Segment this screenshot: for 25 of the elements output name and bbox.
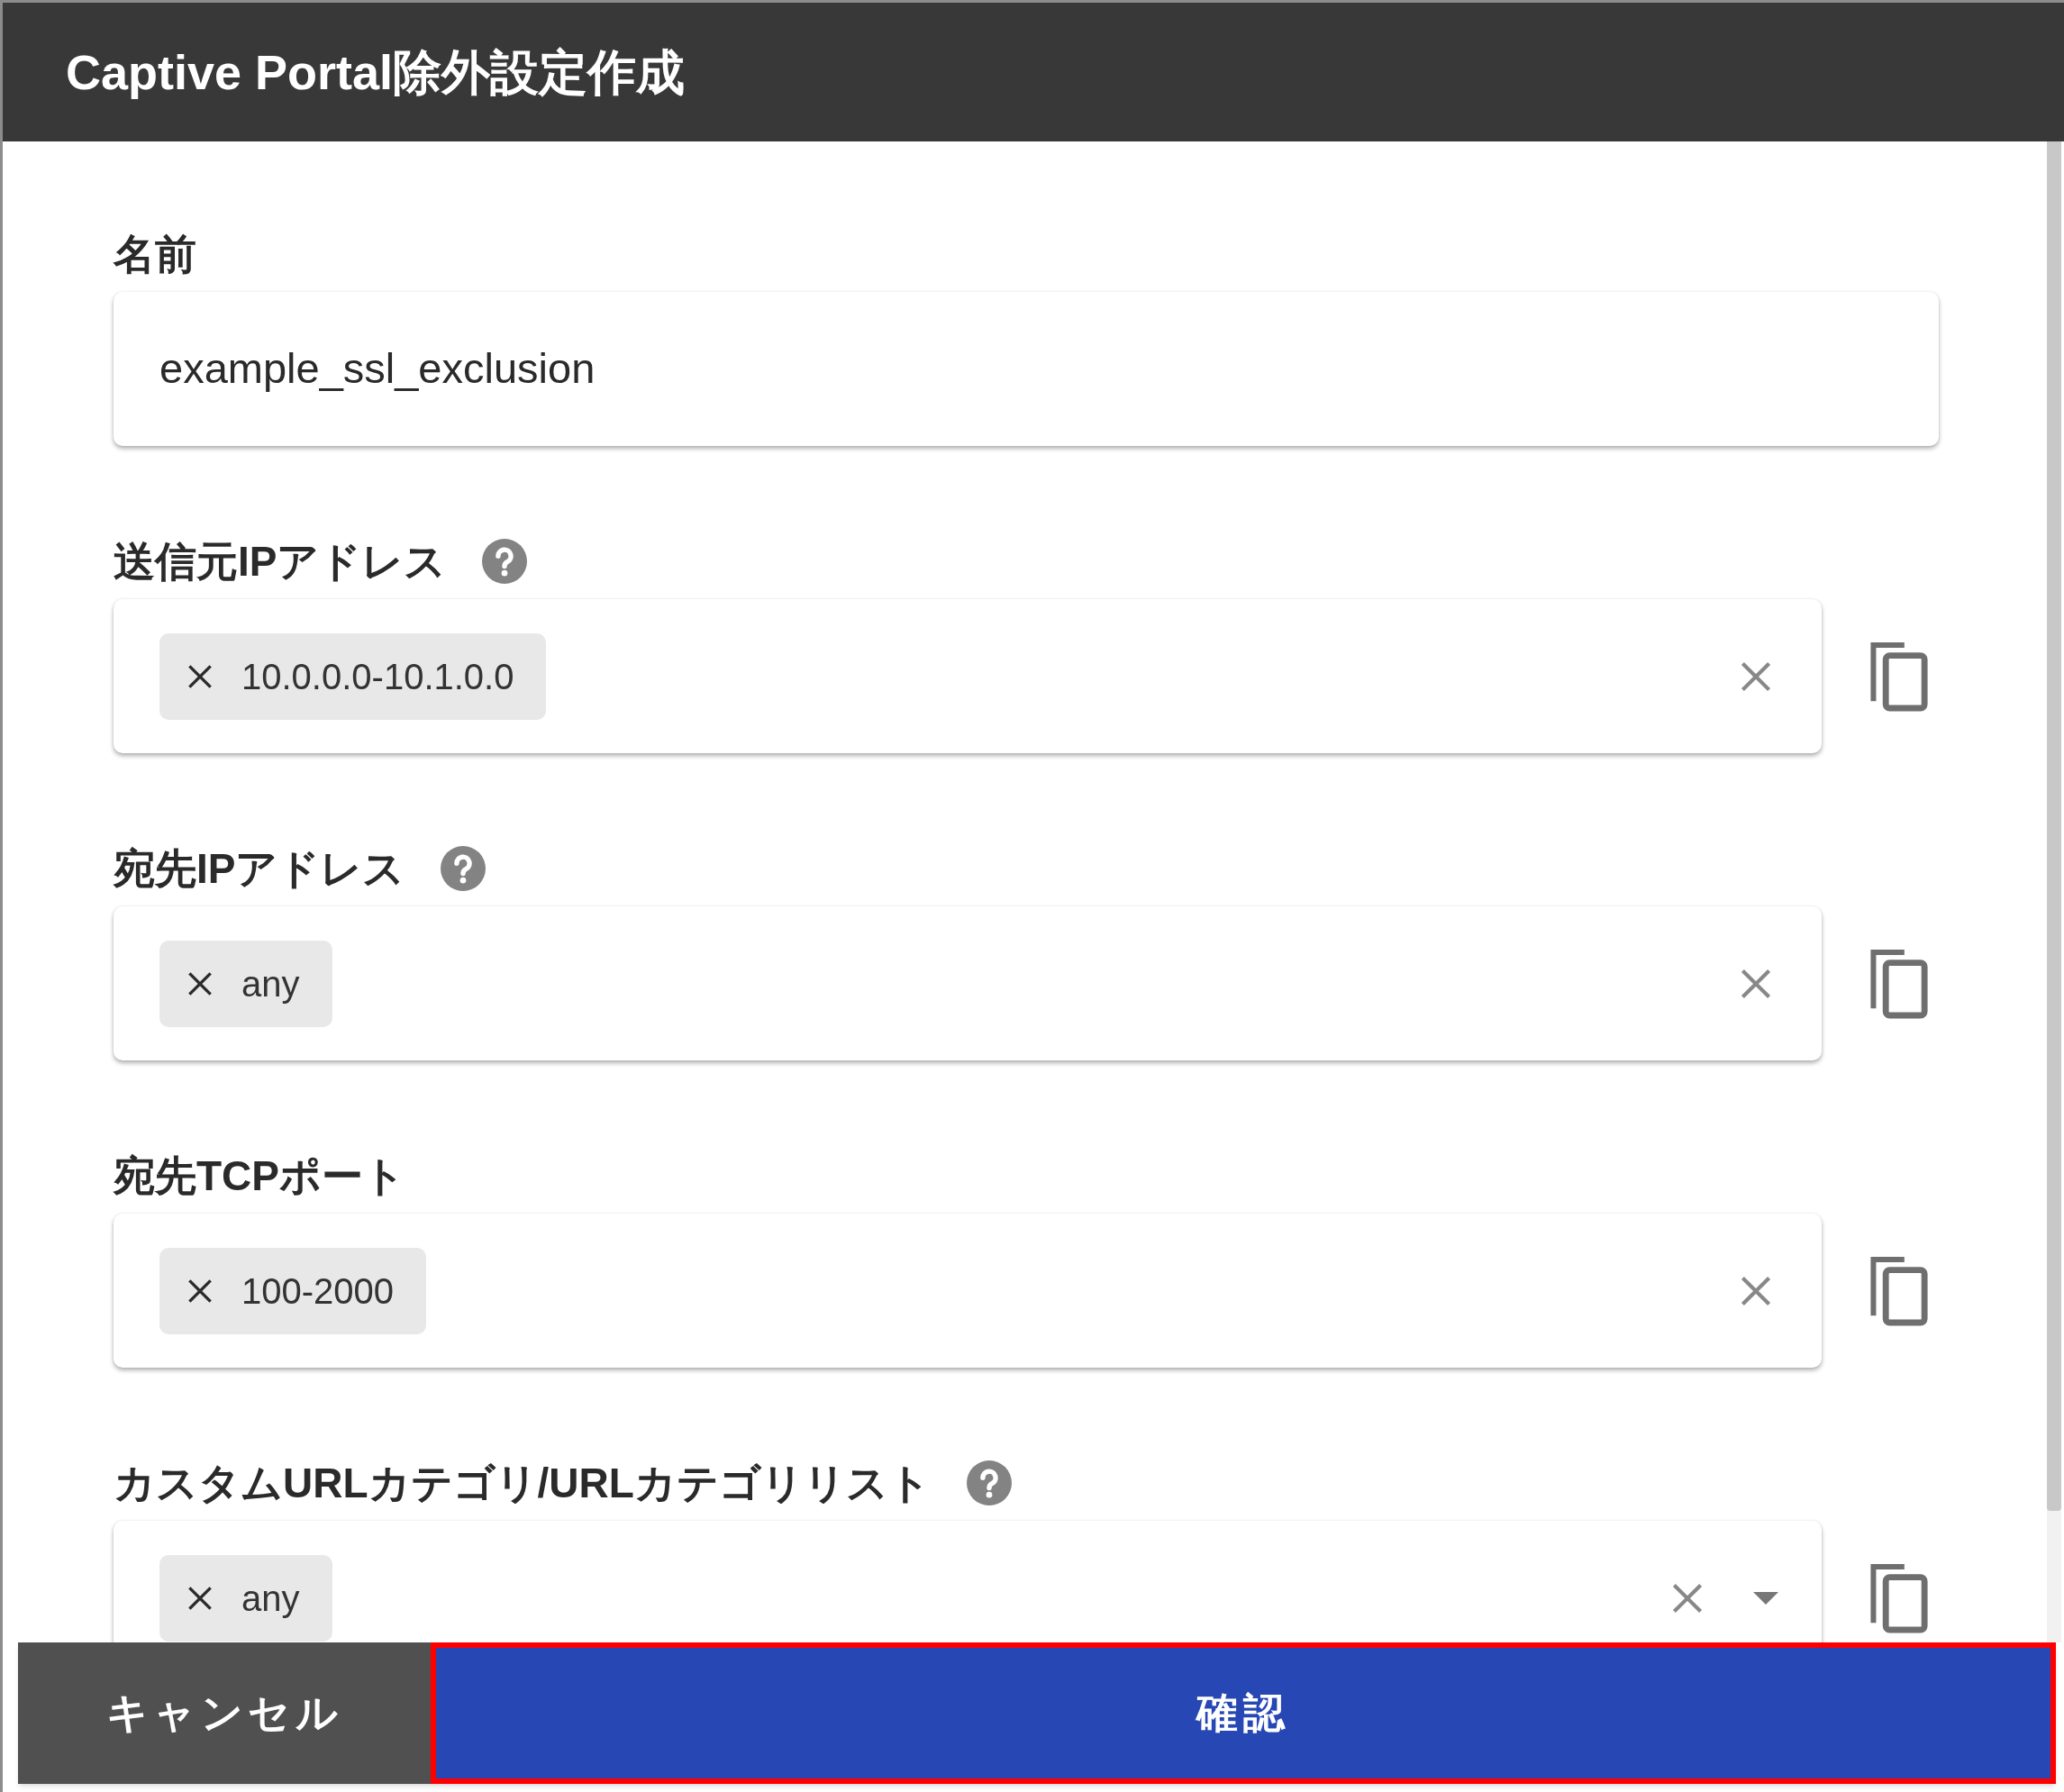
help-icon[interactable] [966,1460,1012,1505]
field-label: 名前 [114,229,196,279]
copy-icon[interactable] [1870,948,1928,1019]
copy-icon[interactable] [1870,641,1928,712]
chip-input-field[interactable]: any [114,1521,1822,1642]
help-icon[interactable] [482,539,528,584]
dialog-title: Captive Portal除外設定作成 [66,43,686,101]
cancel-button[interactable]: キャンセル [18,1642,431,1784]
chip-input-field[interactable]: any [114,906,1822,1060]
field-label: カスタムURLカテゴリ/URLカテゴリリスト [114,1458,931,1508]
field-label: 宛先IPアドレス [114,843,405,894]
dropdown-caret-icon[interactable] [1753,1591,1778,1605]
field-label: 宛先TCPポート [114,1151,405,1201]
name-input-field[interactable]: example_ssl_exclusion [114,292,1939,446]
confirm-button[interactable]: 確認 [431,1642,2056,1784]
help-icon[interactable] [441,846,486,891]
chip-input-field[interactable]: 100-2000 [114,1214,1822,1368]
chip-input-field[interactable]: 10.0.0.0-10.1.0.0 [114,599,1822,753]
copy-icon[interactable] [1870,1562,1928,1633]
chip-label: any [241,962,300,1005]
copy-icon[interactable] [1870,1255,1928,1326]
field-label: 送信元IPアドレス [114,536,447,587]
chip-label: 100-2000 [241,1269,395,1313]
chip-label: any [241,1577,300,1620]
chip-label: 10.0.0.0-10.1.0.0 [241,655,514,698]
